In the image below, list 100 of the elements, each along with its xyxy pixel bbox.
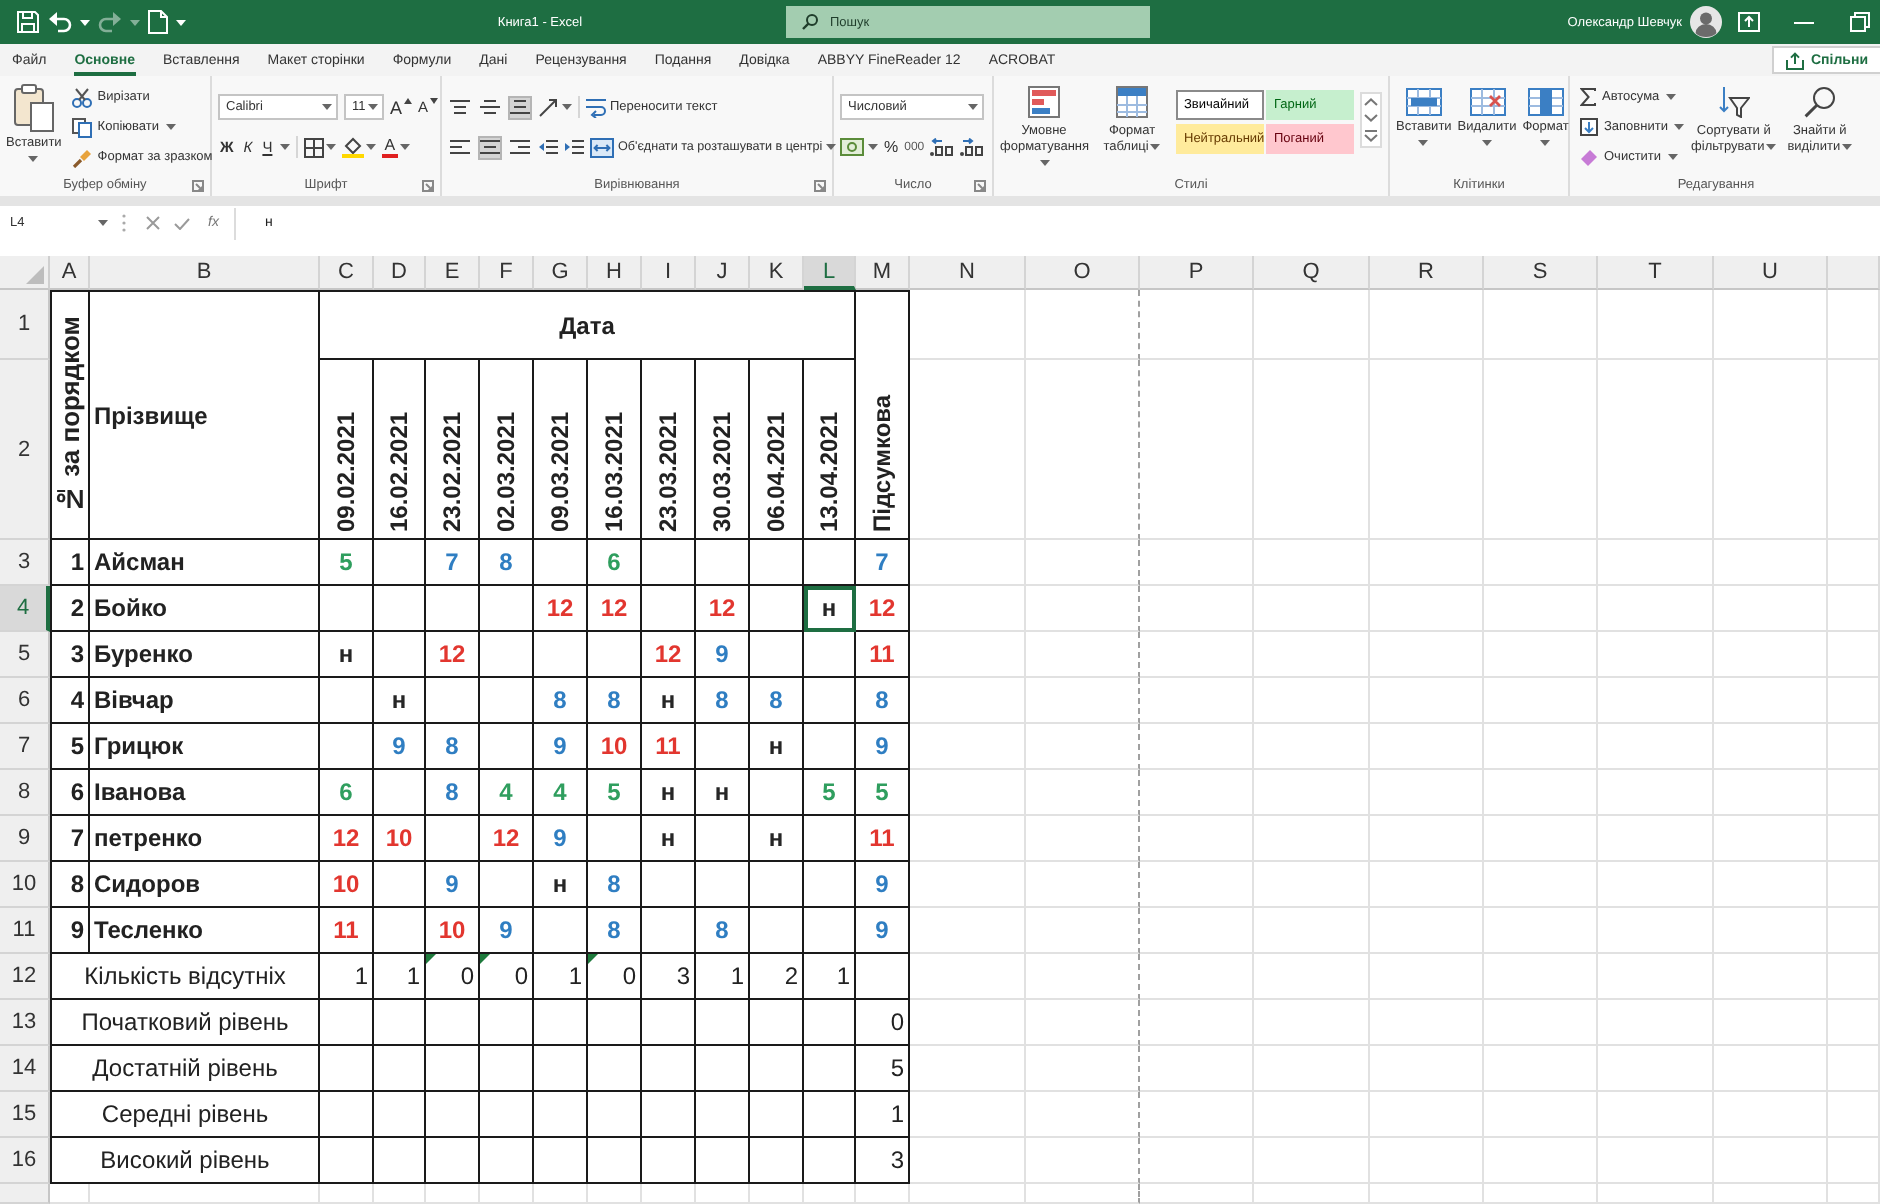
align-button[interactable] bbox=[448, 135, 472, 159]
absence-count-cell: 1 bbox=[804, 954, 856, 1000]
grade-cell: н bbox=[804, 586, 856, 632]
row-header[interactable]: 10 bbox=[0, 862, 50, 908]
column-header[interactable]: U bbox=[1714, 256, 1828, 290]
grade-cell: 9 bbox=[534, 724, 588, 770]
grade-cell: 12 bbox=[320, 816, 374, 862]
undo-icon[interactable] bbox=[48, 11, 72, 33]
column-header[interactable]: T bbox=[1598, 256, 1714, 290]
indent-icon[interactable] bbox=[564, 140, 584, 154]
column-header[interactable]: G bbox=[534, 256, 588, 290]
column-header[interactable]: P bbox=[1140, 256, 1254, 290]
absence-count-cell: 3 bbox=[642, 954, 696, 1000]
align-button[interactable] bbox=[508, 135, 532, 159]
align-button[interactable] bbox=[478, 95, 502, 119]
caret-icon[interactable] bbox=[176, 19, 186, 25]
dialog-launcher-icon[interactable] bbox=[192, 179, 204, 191]
row-label-cell: Достатній рівень bbox=[50, 1046, 320, 1092]
column-header[interactable]: O bbox=[1026, 256, 1140, 290]
column-header[interactable]: D bbox=[374, 256, 426, 290]
box-arrow-icon[interactable] bbox=[1738, 12, 1760, 32]
borders-button[interactable] bbox=[304, 134, 337, 160]
cross-icon[interactable] bbox=[146, 216, 160, 230]
column-header[interactable]: N bbox=[910, 256, 1026, 290]
grade-cell: н bbox=[534, 862, 588, 908]
caret-icon bbox=[322, 104, 332, 110]
dialog-launcher-icon[interactable] bbox=[422, 179, 434, 191]
row-header[interactable]: 16 bbox=[0, 1138, 50, 1184]
row-header[interactable]: 14 bbox=[0, 1046, 50, 1092]
absence-count-cell: 1 bbox=[696, 954, 750, 1000]
row-header[interactable]: 15 bbox=[0, 1092, 50, 1138]
merge-cells-icon bbox=[590, 137, 614, 157]
decrease-decimal-icon[interactable] bbox=[960, 138, 985, 156]
grade-cell: 11 bbox=[320, 908, 374, 954]
scroll-up-icon[interactable] bbox=[1364, 98, 1378, 106]
font-color-button[interactable]: A bbox=[382, 134, 410, 160]
row-number-cell: 4 bbox=[50, 678, 90, 724]
caret-icon bbox=[28, 155, 39, 162]
caret-icon bbox=[1842, 143, 1853, 150]
caret-icon[interactable] bbox=[80, 19, 90, 25]
save-icon[interactable] bbox=[16, 10, 40, 34]
outdent-icon[interactable] bbox=[538, 140, 558, 154]
avatar-icon[interactable] bbox=[1690, 6, 1722, 38]
align-button[interactable] bbox=[448, 95, 472, 119]
column-header[interactable]: S bbox=[1484, 256, 1598, 290]
column-header[interactable]: J bbox=[696, 256, 750, 290]
percent-button[interactable]: % bbox=[884, 134, 899, 160]
orientation-button[interactable] bbox=[538, 97, 572, 117]
row-label-cell: Початковий рівень bbox=[50, 1000, 320, 1046]
row-header[interactable]: 5 bbox=[0, 632, 50, 678]
fill-color-button[interactable] bbox=[342, 134, 377, 160]
column-header[interactable]: A bbox=[50, 256, 90, 290]
column-header[interactable]: L bbox=[804, 256, 856, 290]
column-header[interactable]: I bbox=[642, 256, 696, 290]
date-heading: 16.02.2021 bbox=[374, 360, 426, 540]
diagonal-arrow-icon bbox=[538, 97, 558, 117]
student-name-cell: Сидоров bbox=[90, 862, 320, 908]
row-header[interactable]: 7 bbox=[0, 724, 50, 770]
column-header[interactable]: H bbox=[588, 256, 642, 290]
row-header[interactable]: 9 bbox=[0, 816, 50, 862]
column-header[interactable]: M bbox=[856, 256, 910, 290]
absence-count-cell: 1 bbox=[374, 954, 426, 1000]
column-header[interactable]: Q bbox=[1254, 256, 1370, 290]
row-header[interactable]: 8 bbox=[0, 770, 50, 816]
grade-cell: 9 bbox=[534, 816, 588, 862]
caret-icon[interactable] bbox=[280, 144, 291, 150]
align-button[interactable] bbox=[478, 135, 502, 159]
row-number-cell: 3 bbox=[50, 632, 90, 678]
caret-icon[interactable] bbox=[130, 19, 140, 25]
row-header[interactable]: 4 bbox=[0, 586, 50, 632]
row-header[interactable]: 2 bbox=[0, 360, 50, 540]
row-header[interactable]: 3 bbox=[0, 540, 50, 586]
document-icon[interactable] bbox=[148, 10, 168, 34]
copy-icon bbox=[71, 117, 92, 137]
triangle-icon bbox=[26, 266, 44, 284]
scroll-down-icon[interactable] bbox=[1364, 114, 1378, 122]
row-header[interactable]: 1 bbox=[0, 290, 50, 360]
currency-button[interactable] bbox=[840, 138, 878, 156]
checkmark-icon[interactable] bbox=[174, 217, 190, 229]
dialog-launcher-icon[interactable] bbox=[814, 179, 826, 191]
minimize-icon[interactable] bbox=[1794, 21, 1814, 23]
grow-font-button[interactable]: A bbox=[390, 94, 413, 120]
caret-icon[interactable] bbox=[98, 220, 108, 226]
caret-icon bbox=[326, 144, 337, 150]
column-header[interactable]: R bbox=[1370, 256, 1484, 290]
column-header[interactable]: C bbox=[320, 256, 374, 290]
column-header[interactable]: B bbox=[90, 256, 320, 290]
dialog-launcher-icon[interactable] bbox=[974, 179, 986, 191]
increase-decimal-icon[interactable] bbox=[930, 138, 955, 156]
expand-icon[interactable] bbox=[1364, 130, 1378, 142]
grade-cell: 11 bbox=[642, 724, 696, 770]
row-header[interactable]: 12 bbox=[0, 954, 50, 1000]
row-header[interactable]: 13 bbox=[0, 1000, 50, 1046]
row-header[interactable]: 11 bbox=[0, 908, 50, 954]
restore-icon[interactable] bbox=[1850, 12, 1870, 32]
column-header[interactable]: K bbox=[750, 256, 804, 290]
column-header[interactable]: F bbox=[480, 256, 534, 290]
row-header[interactable]: 6 bbox=[0, 678, 50, 724]
column-header[interactable]: E bbox=[426, 256, 480, 290]
align-button[interactable] bbox=[508, 95, 532, 119]
